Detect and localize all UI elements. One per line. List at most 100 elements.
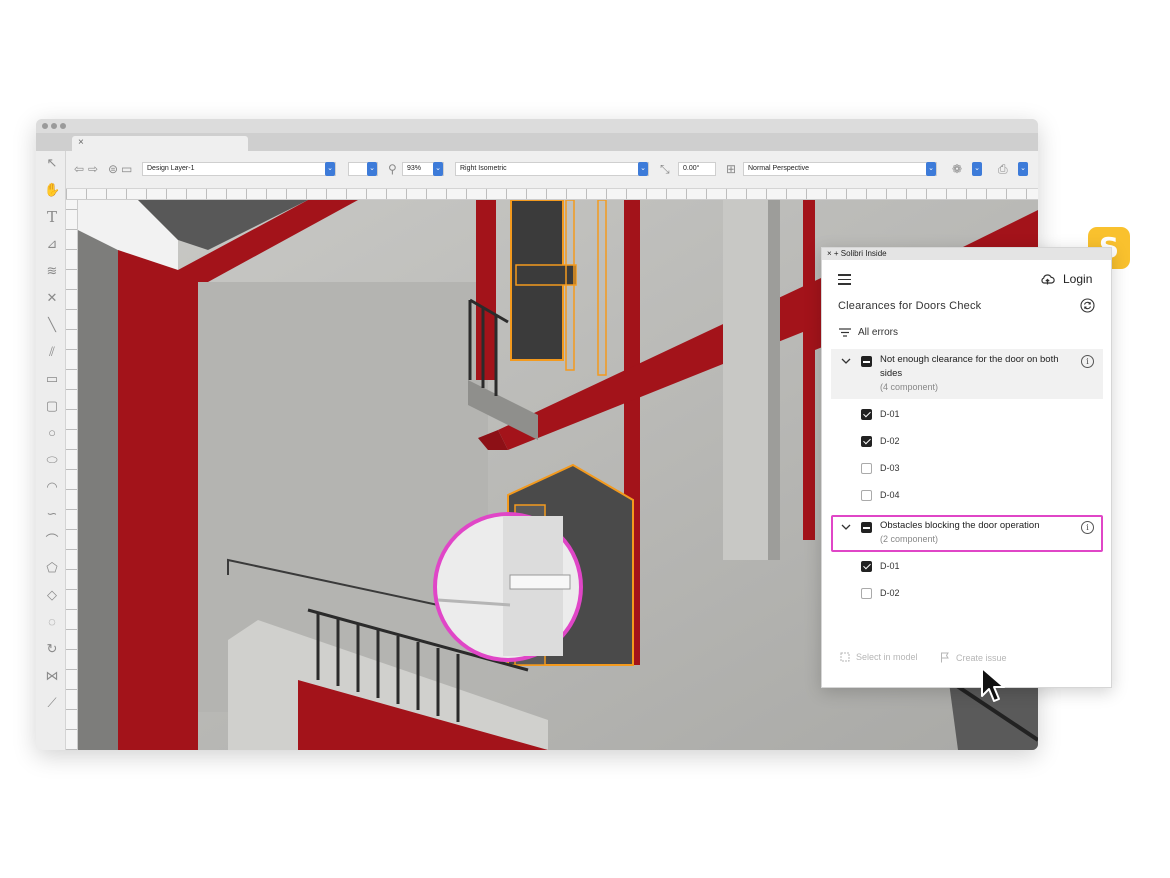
login-label: Login xyxy=(1063,272,1093,286)
chevron-down-icon[interactable]: ⌄ xyxy=(1018,162,1028,176)
document-tab[interactable]: × xyxy=(72,136,248,151)
layer-select[interactable]: Design Layer-1 ⌄ xyxy=(142,162,336,176)
chevron-down-icon[interactable]: ⌄ xyxy=(972,162,982,176)
component-item[interactable]: D-02 xyxy=(861,434,900,448)
rotation-icon[interactable]: ⤡ xyxy=(660,162,670,176)
freehand-tool-icon[interactable]: ∽ xyxy=(44,506,60,522)
login-button[interactable]: Login xyxy=(1040,269,1092,289)
horizontal-ruler xyxy=(66,189,1038,200)
group-label: Obstacles blocking the door operation (2… xyxy=(880,519,1070,546)
layers-tool-icon[interactable]: ≋ xyxy=(44,263,60,279)
view-select[interactable]: Right Isometric ⌄ xyxy=(455,162,649,176)
window-dot-icon[interactable] xyxy=(42,123,48,129)
class-icon[interactable]: ▭ xyxy=(121,162,132,176)
callout-tool-icon[interactable]: ⊿ xyxy=(44,236,60,252)
component-label: D-02 xyxy=(880,436,900,446)
forward-arrow-icon[interactable]: ⇨ xyxy=(88,162,98,176)
refresh-icon[interactable] xyxy=(1080,298,1095,313)
window-titlebar xyxy=(36,119,1038,133)
info-icon[interactable]: i xyxy=(1081,521,1094,534)
component-checkbox[interactable] xyxy=(861,587,872,599)
mirror-tool-icon[interactable]: ⋈ xyxy=(44,668,60,684)
back-arrow-icon[interactable]: ⇦ xyxy=(74,162,84,176)
perspective-select[interactable]: Normal Perspective ⌄ xyxy=(743,162,937,176)
component-label: D-02 xyxy=(880,588,900,598)
arc-tool-icon[interactable]: ◠ xyxy=(44,479,60,495)
zoom-icon[interactable]: ⚲ xyxy=(388,162,397,176)
render-style-icon[interactable]: ❁ xyxy=(952,162,962,176)
spiral-tool-icon[interactable]: ◌ xyxy=(44,614,60,630)
partial-select-checkbox[interactable] xyxy=(861,356,872,367)
chevron-down-icon[interactable]: ⌄ xyxy=(926,162,936,176)
create-issue-label: Create issue xyxy=(956,652,1007,663)
menu-icon[interactable] xyxy=(838,274,851,285)
create-issue-button[interactable]: Create issue xyxy=(940,652,1007,663)
window-dot-icon[interactable] xyxy=(51,123,57,129)
info-icon[interactable]: i xyxy=(1081,355,1094,368)
chevron-down-icon[interactable]: ⌄ xyxy=(433,162,443,176)
component-checkbox[interactable] xyxy=(861,408,872,420)
component-item[interactable]: D-02 xyxy=(861,586,900,600)
component-label: D-01 xyxy=(880,561,900,571)
projection-icon[interactable]: ⊞ xyxy=(726,162,736,176)
select-in-model-label: Select in model xyxy=(856,652,918,662)
window-dot-icon[interactable] xyxy=(60,123,66,129)
chevron-down-icon[interactable]: ⌄ xyxy=(638,162,648,176)
component-label: D-04 xyxy=(880,490,900,500)
render-mode-select[interactable]: ⌄ xyxy=(348,162,378,176)
rectangle-tool-icon[interactable]: ▭ xyxy=(44,371,60,387)
dimension-tool-icon[interactable]: ⟋ xyxy=(44,695,60,711)
chevron-down-icon[interactable] xyxy=(841,356,851,366)
line-tool-icon[interactable]: ╲ xyxy=(44,317,60,333)
vertical-ruler xyxy=(66,200,78,750)
component-item[interactable]: D-03 xyxy=(861,461,900,475)
chevron-down-icon[interactable]: ⌄ xyxy=(367,162,377,176)
rotation-input[interactable]: 0.00° xyxy=(678,162,716,176)
component-checkbox[interactable] xyxy=(861,560,872,572)
component-label: D-03 xyxy=(880,463,900,473)
circle-tool-icon[interactable]: ○ xyxy=(44,425,60,441)
select-frame-icon xyxy=(840,652,850,662)
component-checkbox[interactable] xyxy=(861,489,872,501)
component-item[interactable]: D-01 xyxy=(861,559,900,573)
pan-hand-icon[interactable]: ✋ xyxy=(44,182,60,198)
result-group-highlighted[interactable]: Obstacles blocking the door operation (2… xyxy=(831,515,1103,552)
component-item[interactable]: D-04 xyxy=(861,488,900,502)
group-title: Not enough clearance for the door on bot… xyxy=(880,354,1059,379)
filter-icon xyxy=(839,328,851,337)
component-checkbox[interactable] xyxy=(861,435,872,447)
component-count: (4 component) xyxy=(880,382,939,392)
component-checkbox[interactable] xyxy=(861,462,872,474)
check-title: Clearances for Doors Check xyxy=(838,300,982,312)
oval-tool-icon[interactable]: ⬭ xyxy=(44,452,60,468)
tool-palette: ↖ ✋ T ⊿ ≋ ✕ ╲ ⫽ ▭ ▢ ○ ⬭ ◠ ∽ ⌒ ⬠ ◇ ◌ ↻ ⋈ … xyxy=(36,151,66,750)
polyline-tool-icon[interactable]: ⌒ xyxy=(44,533,60,549)
view-toolbar: ⇦ ⇨ ⊜ ▭ Design Layer-1 ⌄ ⌄ ⚲ 93% ⌄ Right… xyxy=(66,151,1038,189)
cloud-login-icon xyxy=(1041,274,1055,285)
group-title: Obstacles blocking the door operation xyxy=(880,520,1040,531)
tab-close-icon[interactable]: × xyxy=(78,137,84,148)
rotate-tool-icon[interactable]: ↻ xyxy=(44,641,60,657)
polygon-tool-icon[interactable]: ⬠ xyxy=(44,560,60,576)
zoom-select[interactable]: 93% ⌄ xyxy=(402,162,444,176)
text-tool-icon[interactable]: T xyxy=(44,209,60,225)
rounded-rectangle-tool-icon[interactable]: ▢ xyxy=(44,398,60,414)
selection-arrow-icon[interactable]: ↖ xyxy=(44,155,60,171)
filter-control[interactable]: All errors xyxy=(839,327,898,338)
double-line-tool-icon[interactable]: ⫽ xyxy=(44,344,60,360)
select-in-model-button[interactable]: Select in model xyxy=(840,652,918,662)
result-group[interactable]: Not enough clearance for the door on bot… xyxy=(831,349,1103,399)
solibri-inside-panel: × + Solibri Inside Login Clearances for … xyxy=(821,247,1112,688)
layers-icon[interactable]: ⊜ xyxy=(108,162,118,176)
component-count: (2 component) xyxy=(880,534,939,544)
chevron-down-icon[interactable] xyxy=(841,522,851,532)
component-item[interactable]: D-01 xyxy=(861,407,900,421)
print-icon[interactable]: ⎙ xyxy=(998,162,1008,176)
flag-icon xyxy=(941,652,949,663)
panel-title[interactable]: × + Solibri Inside xyxy=(822,248,1111,260)
shape-tool-icon[interactable]: ◇ xyxy=(44,587,60,603)
cross-tool-icon[interactable]: ✕ xyxy=(44,290,60,306)
chevron-down-icon[interactable]: ⌄ xyxy=(325,162,335,176)
mouse-pointer-icon xyxy=(981,667,1005,702)
partial-select-checkbox[interactable] xyxy=(861,522,872,533)
